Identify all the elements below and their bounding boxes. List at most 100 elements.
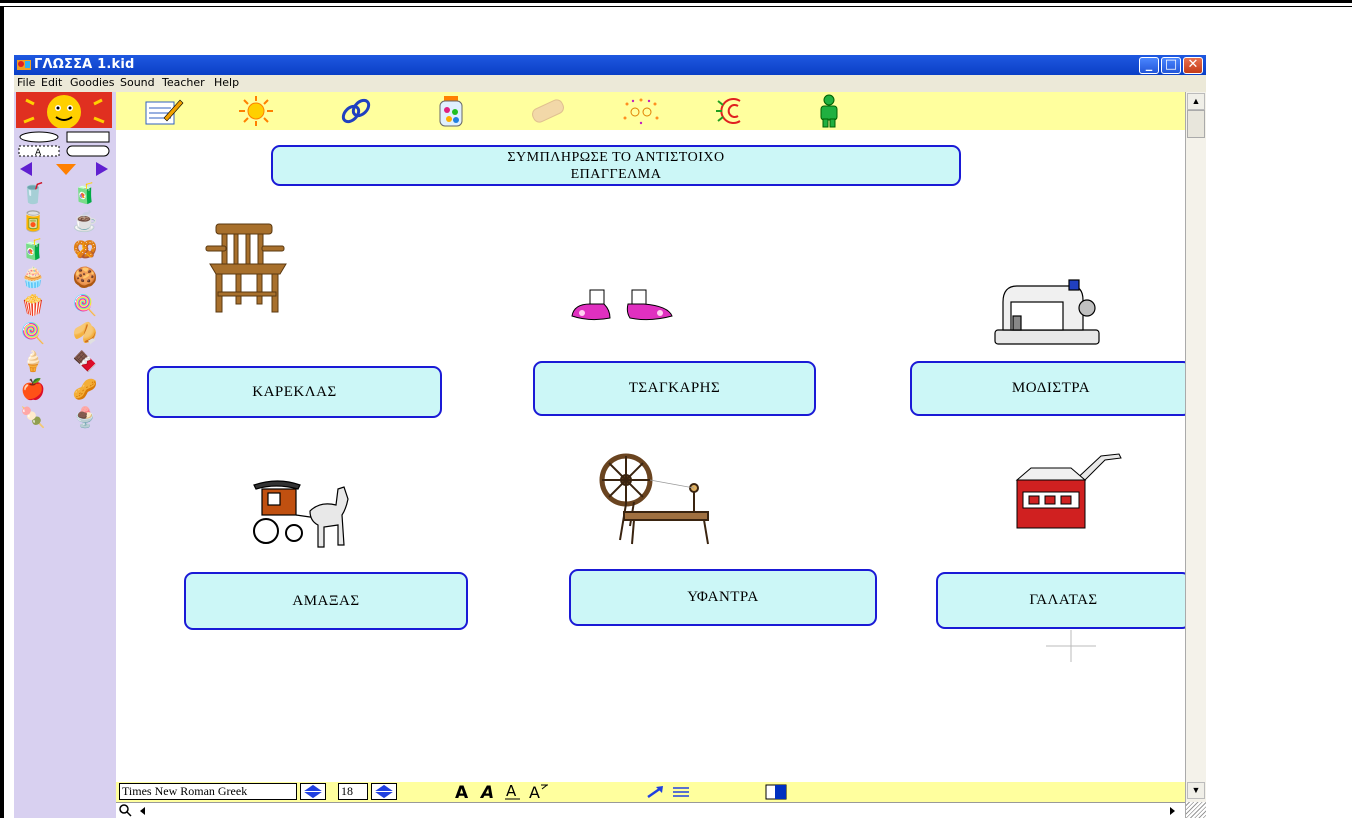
document-border-left — [0, 6, 4, 818]
heading-line-1: ΣΥΜΠΛΗΡΩΣΕ ΤΟ ΑΝΤΙΣΤΟΙΧΟ — [507, 149, 725, 165]
notepad-pencil-icon[interactable] — [144, 96, 184, 126]
pretzel-icon[interactable]: 🥨 — [70, 238, 100, 262]
label-text-modistra: ΜΟΔΙΣΤΡΑ — [1011, 380, 1091, 396]
title-bar: ΓΛΩΣΣΑ 1.kid _ □ ✕ — [14, 55, 1206, 75]
chair-picture[interactable] — [202, 220, 297, 315]
lollipop-icon[interactable]: 🍭 — [18, 322, 48, 346]
arrow-style-icon[interactable] — [646, 785, 664, 799]
maximize-button[interactable]: □ — [1161, 57, 1181, 74]
label-box-modistra[interactable]: ΜΟΔΙΣΤΡΑ — [910, 361, 1192, 416]
window-title: ΓΛΩΣΣΑ 1.kid — [34, 57, 135, 72]
milk-carton-picture[interactable] — [1011, 452, 1126, 532]
label-box-tsagkaris[interactable]: ΤΣΑΓΚΑΡΗΣ — [533, 361, 816, 416]
person-icon[interactable] — [816, 94, 842, 128]
horizontal-scrollbar[interactable] — [116, 802, 1185, 818]
app-window: ΓΛΩΣΣΑ 1.kid _ □ ✕ File Edit Goodies Sou… — [14, 55, 1206, 818]
top-toolbar — [116, 92, 1185, 130]
cookie-icon[interactable]: 🍪 — [70, 266, 100, 290]
cotton-candy-icon[interactable]: 🍭 — [70, 294, 100, 318]
close-icon: ✕ — [1187, 57, 1199, 72]
spinning-wheel-picture[interactable] — [594, 452, 719, 548]
ice-cream-cone-icon[interactable]: 🍦 — [18, 350, 48, 374]
eraser-icon[interactable] — [528, 98, 568, 126]
oval-shape-tool-icon[interactable] — [18, 131, 60, 143]
candy-jar-icon[interactable] — [434, 94, 468, 128]
sun-mascot-icon[interactable] — [16, 92, 112, 128]
hot-cocoa-icon[interactable]: ☕ — [70, 210, 100, 234]
svg-text:A: A — [506, 784, 517, 800]
zoom-icon[interactable] — [118, 803, 132, 817]
label-box-galatas[interactable]: ΓΑΛΑΤΑΣ — [936, 572, 1191, 629]
minimize-button[interactable]: _ — [1139, 57, 1159, 74]
menu-goodies[interactable]: Goodies — [70, 76, 115, 89]
line-style-icon[interactable] — [672, 786, 690, 798]
document-border-top-inner — [0, 6, 1352, 7]
label-text-tsagkaris: ΤΣΑΓΚΑΡΗΣ — [628, 380, 721, 396]
muffin-icon[interactable]: 🧁 — [18, 266, 48, 290]
scroll-left-icon[interactable] — [136, 804, 150, 818]
sparkle-face-icon[interactable] — [621, 96, 661, 126]
drawing-canvas[interactable]: ΣΥΜΠΛΗΡΩΣΕ ΤΟ ΑΝΤΙΣΤΟΙΧΟ ΕΠΑΓΓΕΛΜΑ ΚΑΡΕΚ… — [116, 130, 1192, 782]
font-spinner-icon[interactable] — [300, 783, 326, 800]
label-box-yfantra[interactable]: ΥΦΑΝΤΡΑ — [569, 569, 877, 626]
document-border-top — [0, 0, 1352, 3]
label-text-karekla: ΚΑΡΕΚΛΑΣ — [252, 383, 337, 400]
svg-text:A: A — [480, 784, 494, 800]
label-box-amaxas[interactable]: ΑΜΑΞΑΣ — [184, 572, 468, 630]
svg-text:A: A — [529, 783, 540, 801]
sewing-machine-picture[interactable] — [991, 272, 1101, 348]
menu-teacher[interactable]: Teacher — [162, 76, 205, 89]
juice-glass-icon[interactable]: 🧃 — [70, 182, 100, 206]
popsicle-icon[interactable]: 🍡 — [18, 406, 48, 430]
sundae-icon[interactable]: 🍨 — [70, 406, 100, 430]
size-select[interactable]: 18 — [338, 783, 368, 800]
scroll-right-icon[interactable] — [1165, 804, 1179, 818]
bold-icon[interactable]: A — [454, 784, 472, 800]
sound-burst-icon[interactable] — [712, 95, 752, 127]
arrow-tools-icon[interactable] — [18, 160, 110, 178]
vertical-scrollbar[interactable]: ▲ ▼ — [1185, 92, 1206, 818]
rect-shape-tool-icon[interactable] — [66, 131, 110, 143]
fortune-cookie-icon[interactable]: 🥠 — [70, 322, 100, 346]
nuts-icon[interactable]: 🥜 — [70, 378, 100, 402]
label-box-karekla[interactable]: ΚΑΡΕΚΛΑΣ — [147, 366, 442, 418]
underline-icon[interactable]: A — [504, 784, 522, 800]
candy-bar-icon[interactable]: 🍫 — [70, 350, 100, 374]
label-text-yfantra: ΥΦΑΝΤΡΑ — [687, 589, 759, 605]
menu-help[interactable]: Help — [214, 76, 239, 89]
menu-file[interactable]: File — [17, 76, 35, 89]
drink-can-icon[interactable]: 🥫 — [18, 210, 48, 234]
shoes-picture[interactable] — [570, 286, 675, 326]
italic-icon[interactable]: A — [480, 784, 498, 800]
label-text-amaxas: ΑΜΑΞΑΣ — [292, 592, 360, 609]
left-toolbox: A 🥤 🧃 🥫 ☕ 🧃 🥨 🧁 🍪 🍿 🍭 🍭 🥠 🍦 🍫 🍎 🥜 🍡 🍨 — [14, 92, 116, 818]
svg-text:A: A — [455, 784, 469, 800]
scroll-up-icon[interactable]: ▲ — [1187, 93, 1205, 110]
soda-cup-icon[interactable]: 🥤 — [18, 182, 48, 206]
rounded-rect-tool-icon[interactable] — [66, 145, 110, 157]
app-icon — [17, 60, 31, 70]
juice-box-icon[interactable]: 🧃 — [18, 238, 48, 262]
scroll-thumb[interactable] — [1187, 110, 1205, 138]
sun-icon[interactable] — [236, 95, 276, 127]
menu-sound[interactable]: Sound — [120, 76, 155, 89]
menu-bar: File Edit Goodies Sound Teacher Help — [14, 75, 1206, 92]
heading-line-2: ΕΠΑΓΓΕΛΜΑ — [570, 166, 662, 182]
size-spinner-icon[interactable] — [371, 783, 397, 800]
candy-apple-icon[interactable]: 🍎 — [18, 378, 48, 402]
scroll-down-icon[interactable]: ▼ — [1187, 782, 1205, 799]
text-tool-icon[interactable]: A — [18, 145, 60, 157]
font-select[interactable]: Times New Roman Greek — [119, 783, 297, 800]
menu-edit[interactable]: Edit — [41, 76, 62, 89]
minimize-icon: _ — [1145, 57, 1153, 72]
close-button[interactable]: ✕ — [1183, 57, 1203, 74]
carriage-picture[interactable] — [248, 475, 358, 555]
color-swatch-icon[interactable] — [765, 784, 787, 800]
heading-box[interactable]: ΣΥΜΠΛΗΡΩΣΕ ΤΟ ΑΝΤΙΣΤΟΙΧΟ ΕΠΑΓΓΕΛΜΑ — [271, 145, 961, 186]
chain-link-icon[interactable] — [338, 96, 374, 126]
popcorn-icon[interactable]: 🍿 — [18, 294, 48, 318]
crosshair-cursor-icon — [1046, 630, 1096, 662]
label-text-galatas: ΓΑΛΑΤΑΣ — [1029, 592, 1098, 608]
text-style-icon[interactable]: A — [528, 783, 550, 801]
resize-grip-icon[interactable] — [1186, 802, 1206, 818]
